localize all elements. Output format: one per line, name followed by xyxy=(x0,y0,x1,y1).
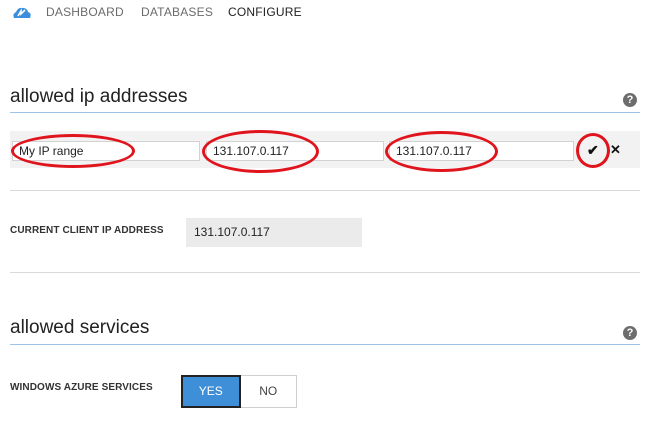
allowed-services-heading: allowed services xyxy=(10,317,150,338)
rule-name-input[interactable]: My IP range xyxy=(12,141,200,161)
divider xyxy=(10,190,640,191)
no-button[interactable]: NO xyxy=(240,376,296,407)
yes-button[interactable]: YES xyxy=(181,375,241,408)
help-icon[interactable]: ? xyxy=(623,93,637,107)
end-ip-input[interactable]: 131.107.0.117 xyxy=(389,141,574,161)
start-ip-input[interactable]: 131.107.0.117 xyxy=(206,141,384,161)
nav-dashboard[interactable]: DASHBOARD xyxy=(46,5,124,19)
section-divider xyxy=(10,344,640,345)
nav-databases[interactable]: DATABASES xyxy=(141,5,213,19)
windows-azure-services-toggle: YES NO xyxy=(181,375,297,408)
delete-x-icon[interactable]: ✕ xyxy=(610,142,621,158)
client-ip-value: 131.107.0.117 xyxy=(186,218,362,247)
help-icon[interactable]: ? xyxy=(623,326,637,340)
azure-logo-icon[interactable] xyxy=(12,6,32,20)
nav-configure[interactable]: CONFIGURE xyxy=(228,5,302,19)
section-divider xyxy=(10,112,640,113)
divider xyxy=(10,272,640,273)
client-ip-label: CURRENT CLIENT IP ADDRESS xyxy=(10,225,164,236)
confirm-check-icon[interactable]: ✔ xyxy=(587,142,599,159)
windows-azure-services-label: WINDOWS AZURE SERVICES xyxy=(10,382,153,393)
allowed-ip-heading: allowed ip addresses xyxy=(10,86,188,107)
